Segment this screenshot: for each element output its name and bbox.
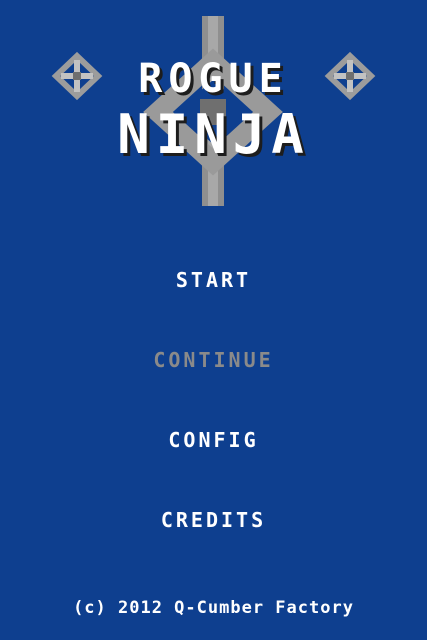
title-screen: ROGUE NINJA START CONTINUE CONFIG CREDIT…	[0, 0, 427, 640]
menu-continue-button: CONTINUE	[153, 348, 274, 372]
main-menu: START CONTINUE CONFIG CREDITS	[0, 0, 427, 640]
menu-credits-button[interactable]: CREDITS	[0, 508, 427, 532]
menu-config-button[interactable]: CONFIG	[0, 428, 427, 452]
copyright-text: (c) 2012 Q-Cumber Factory	[73, 598, 354, 618]
menu-start-button[interactable]: START	[0, 268, 427, 292]
